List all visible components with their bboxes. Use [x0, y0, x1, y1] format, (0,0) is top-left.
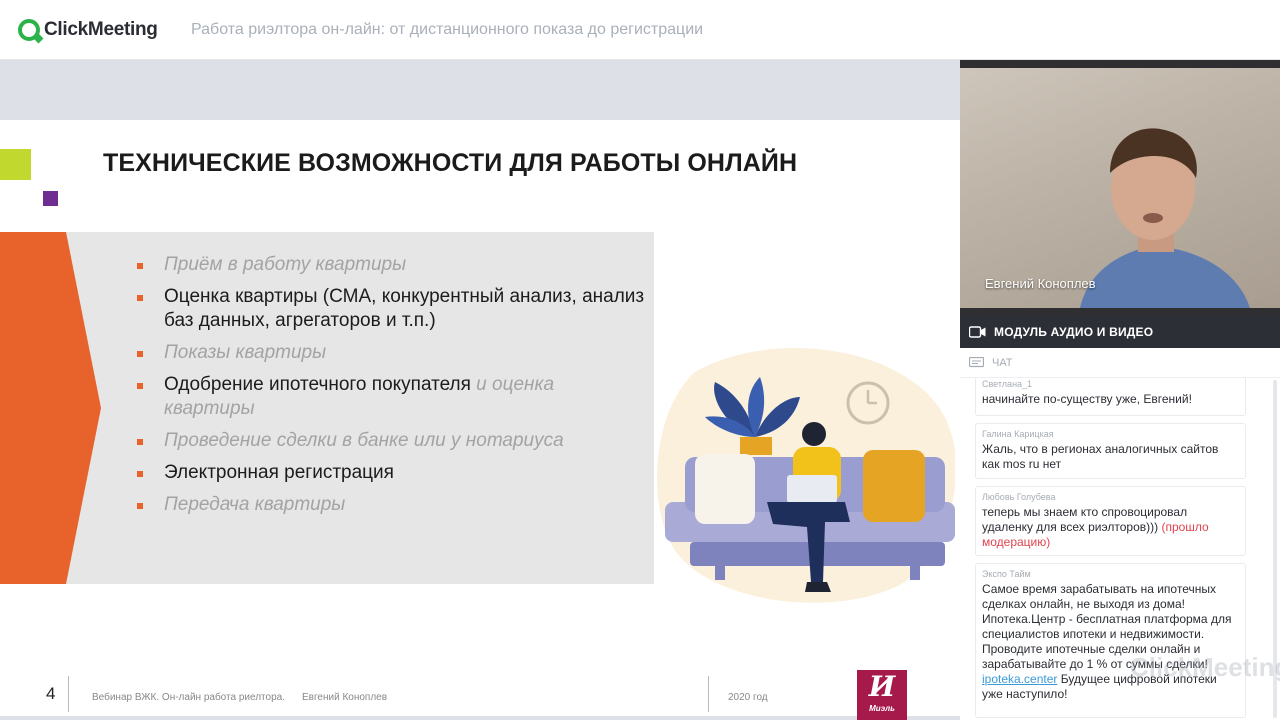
bullet-list: Приём в работу квартиры Оценка квартиры … — [137, 253, 647, 525]
bullet-item: Одобрение ипотечного покупателя и оценка… — [137, 373, 647, 421]
message-text: Самое время зарабатывать на ипотечных сд… — [982, 582, 1232, 701]
av-module-label: МОДУЛЬ АУДИО И ВИДЕО — [994, 325, 1154, 339]
chat-header[interactable]: ЧАТ — [960, 348, 1280, 378]
orange-arrow-shape — [0, 232, 101, 584]
miel-logo: И Миэль — [857, 670, 907, 720]
video-camera-icon — [969, 326, 986, 338]
clickmeeting-logo[interactable]: ClickMeeting — [18, 18, 158, 42]
footer-author: Евгений Коноплев — [302, 692, 388, 703]
slide-footer: 4 Вебинар ВЖК. Он-лайн работа риелтора. … — [0, 670, 960, 720]
chat-message: Светлана_1 начинайте по-существу уже, Ев… — [975, 378, 1246, 416]
slide-page-number: 4 — [46, 684, 56, 703]
bullet-item: Передача квартиры — [137, 493, 647, 517]
presenter-video[interactable]: Евгений Коноплев — [960, 60, 1280, 316]
top-bar: ClickMeeting Работа риэлтора он-лайн: от… — [0, 0, 1280, 60]
chat-message: Любовь Голубева теперь мы знаем кто спро… — [975, 486, 1246, 556]
bullet-item: Показы квартиры — [137, 341, 647, 365]
message-text: теперь мы знаем кто спровоцировал удален… — [982, 505, 1209, 549]
divider — [68, 676, 69, 712]
clickmeeting-watermark: ClickMeeting — [1130, 652, 1280, 682]
presentation-stage: ТЕХНИЧЕСКИЕ ВОЗМОЖНОСТИ ДЛЯ РАБОТЫ ОНЛАЙ… — [0, 60, 960, 720]
video-feed — [960, 68, 1280, 308]
decor-green-square — [0, 149, 31, 180]
decor-purple-square — [43, 191, 58, 206]
message-author: Галина Карицкая — [982, 429, 1054, 439]
footer-course: Вебинар ВЖК. Он-лайн работа риелтора. — [92, 692, 285, 703]
chat-message: Галина Карицкая Жаль, что в регионах ана… — [975, 423, 1246, 479]
chat-label: ЧАТ — [992, 356, 1013, 369]
bullet-item: Оценка квартиры (СМА, конкурентный анали… — [137, 285, 647, 333]
message-author: Светлана_1 — [982, 379, 1033, 389]
message-text: Жаль, что в регионах аналогичных сайтов … — [982, 442, 1219, 471]
footer-year: 2020 год — [728, 692, 768, 703]
right-panel: Евгений Коноплев МОДУЛЬ АУДИО И ВИДЕО ЧА… — [960, 60, 1280, 720]
slide-heading: ТЕХНИЧЕСКИЕ ВОЗМОЖНОСТИ ДЛЯ РАБОТЫ ОНЛАЙ… — [103, 149, 798, 177]
logo-text: ClickMeeting — [44, 19, 158, 40]
bullet-item: Приём в работу квартиры — [137, 253, 647, 277]
webinar-title: Работа риэлтора он-лайн: от дистанционно… — [191, 21, 704, 38]
presenter-silhouette — [1080, 128, 1250, 308]
chat-icon — [969, 356, 984, 367]
divider — [708, 676, 709, 712]
logo-icon — [18, 19, 40, 41]
message-author: Экспо Тайм — [982, 569, 1031, 579]
participant-name: Евгений Коноплев — [985, 276, 1096, 291]
message-text: начинайте по-существу уже, Евгений! — [982, 392, 1192, 406]
message-link[interactable]: ipoteka.center — [982, 672, 1057, 686]
av-module-bar[interactable]: МОДУЛЬ АУДИО И ВИДЕО — [960, 316, 1280, 348]
bullet-item: Проведение сделки в банке или у нотариус… — [137, 429, 647, 453]
slide: ТЕХНИЧЕСКИЕ ВОЗМОЖНОСТИ ДЛЯ РАБОТЫ ОНЛАЙ… — [0, 120, 960, 720]
bullet-item: Электронная регистрация — [137, 461, 647, 485]
brand-mark: И — [868, 670, 896, 703]
brand-name: Миэль — [869, 704, 895, 713]
message-author: Любовь Голубева — [982, 492, 1056, 502]
person-on-sofa-illustration — [657, 348, 955, 603]
chat-message: Экспо Тайм Самое время зарабатывать на и… — [975, 563, 1246, 718]
